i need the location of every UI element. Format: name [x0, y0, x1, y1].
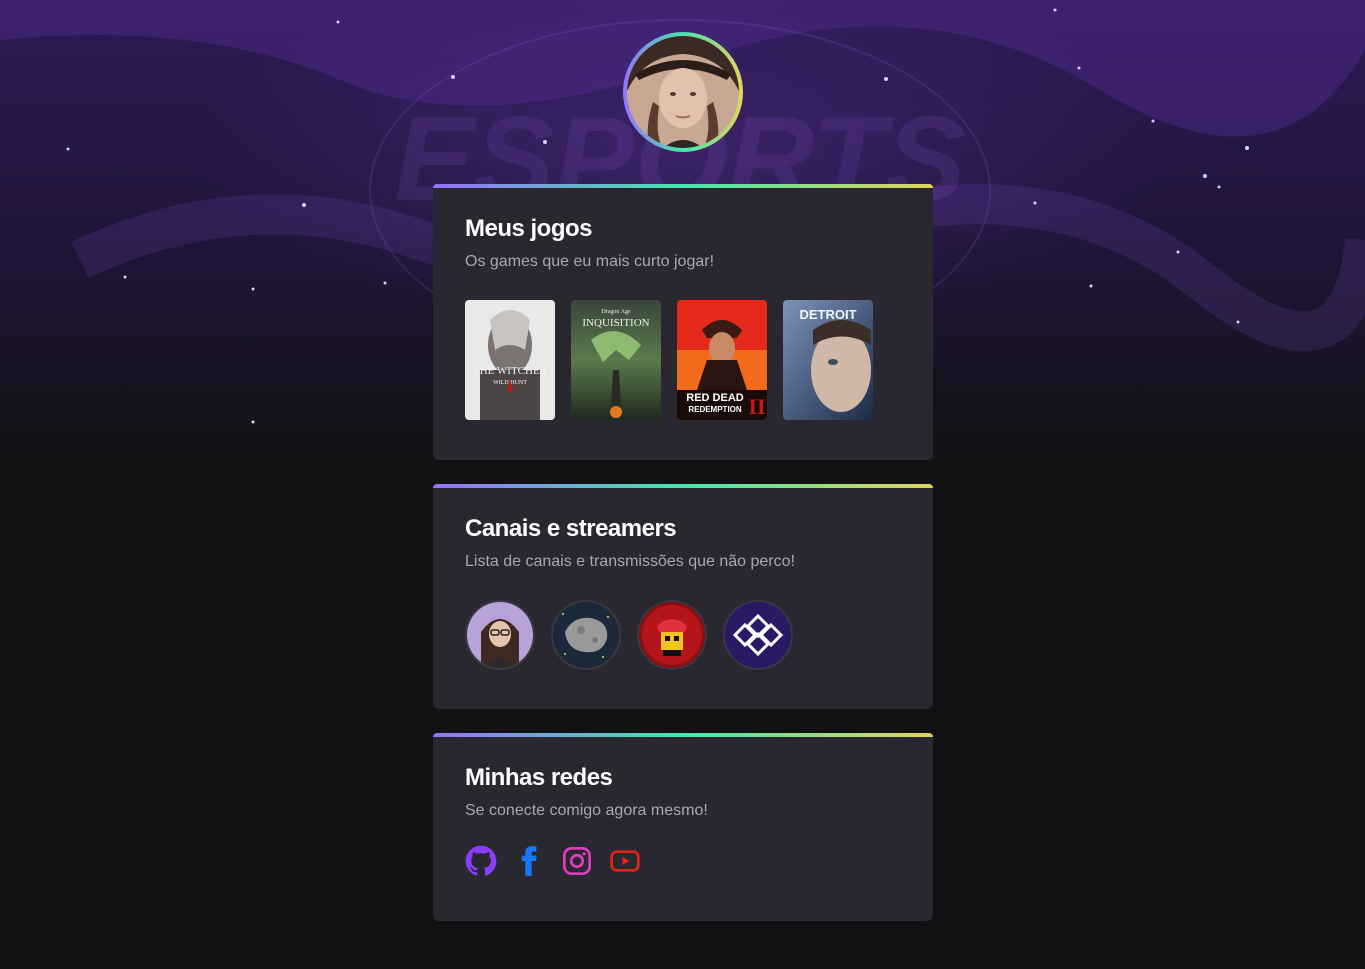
channel-avatar-2[interactable]: [551, 600, 621, 670]
game-cover-text: INQUISITION: [582, 317, 649, 329]
game-cover-red-dead[interactable]: RED DEAD REDEMPTION II: [677, 300, 767, 420]
user-photo-icon: [627, 36, 739, 148]
games-card: Meus jogos Os games que eu mais curto jo…: [433, 184, 933, 460]
red-character-avatar-icon: [639, 602, 705, 668]
game-cover-text: RED DEAD: [686, 392, 744, 404]
profile-avatar: [623, 32, 743, 152]
github-link[interactable]: [465, 845, 497, 877]
purple-logo-avatar-icon: [725, 602, 791, 668]
channel-avatar-1[interactable]: [465, 600, 535, 670]
channel-avatar-3[interactable]: [637, 600, 707, 670]
game-cover-subtext: REDEMPTION: [688, 405, 742, 414]
channels-title: Canais e streamers: [465, 515, 677, 542]
channels-subtitle: Lista de canais e transmissões que não p…: [465, 553, 795, 570]
channels-list: [465, 600, 901, 670]
avatar-photo: [627, 36, 739, 148]
asteroid-avatar-icon: [553, 602, 619, 668]
youtube-icon: [610, 850, 640, 872]
game-cover-subtext: Dragon Age: [601, 309, 630, 315]
channels-card: Canais e streamers Lista de canais e tra…: [433, 484, 933, 709]
games-subtitle: Os games que eu mais curto jogar!: [465, 253, 715, 270]
game-cover-detroit[interactable]: DETROIT: [783, 300, 873, 420]
socials-list: [465, 845, 901, 877]
games-title: Meus jogos: [465, 215, 593, 242]
game-cover-text: DETROIT: [799, 307, 856, 322]
svg-text:II: II: [748, 394, 765, 419]
game-cover-inquisition[interactable]: Dragon Age INQUISITION: [571, 300, 661, 420]
instagram-link[interactable]: [561, 845, 593, 877]
facebook-icon: [521, 846, 537, 876]
instagram-icon: [563, 847, 591, 875]
socials-title: Minhas redes: [465, 764, 613, 791]
game-cover-witcher[interactable]: THE WITCHER WILD HUNT: [465, 300, 555, 420]
game-cover-text: THE WITCHER: [473, 365, 548, 377]
socials-card: Minhas redes Se conecte comigo agora mes…: [433, 733, 933, 921]
github-icon: [465, 845, 497, 876]
socials-subtitle: Se conecte comigo agora mesmo!: [465, 802, 708, 819]
games-list: THE WITCHER WILD HUNT Dragon Age INQUISI…: [465, 300, 901, 420]
channel-avatar-4[interactable]: [723, 600, 793, 670]
facebook-link[interactable]: [513, 845, 545, 877]
youtube-link[interactable]: [609, 845, 641, 877]
streamer-girl-avatar-icon: [467, 602, 533, 668]
